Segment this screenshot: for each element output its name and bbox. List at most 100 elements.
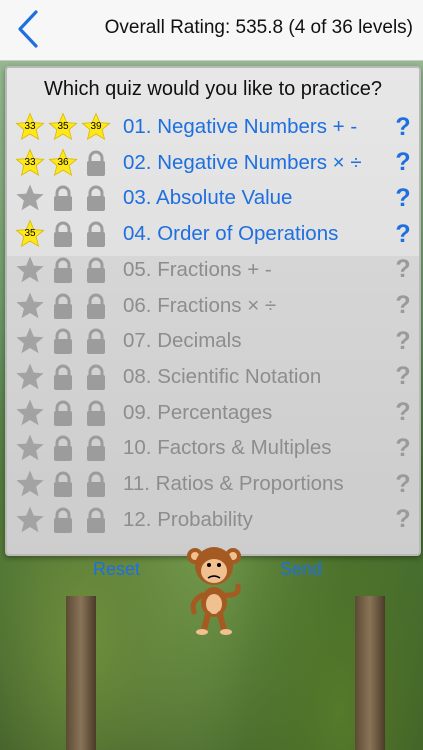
help-icon[interactable]: ?: [391, 184, 415, 213]
gray-star-icon: [15, 505, 45, 535]
send-button[interactable]: Send: [280, 559, 322, 580]
quiz-row[interactable]: 33 35 39 01. Negative Numbers + -?: [15, 110, 415, 144]
gray-star-icon: [15, 255, 45, 285]
lock-icon: [81, 326, 111, 356]
quiz-badges: 33 35 39: [15, 110, 123, 144]
quiz-badges: [15, 503, 123, 537]
lock-icon: [48, 433, 78, 463]
quiz-sign-board: Which quiz would you like to practice? 3…: [5, 66, 421, 579]
reset-button[interactable]: Reset: [93, 559, 140, 580]
gray-star-icon: [15, 183, 45, 213]
lock-icon: [48, 255, 78, 285]
star-score: 33: [24, 156, 36, 168]
gold-star-icon: 33: [15, 148, 45, 178]
gold-star-icon: 35: [15, 219, 45, 249]
quiz-title[interactable]: 02. Negative Numbers × ÷: [123, 151, 391, 175]
gray-star-icon: [15, 469, 45, 499]
gray-star-icon: [15, 291, 45, 321]
gold-star-icon: 39: [81, 112, 111, 142]
quiz-badges: 33 36: [15, 146, 123, 180]
star-score: 35: [57, 121, 69, 132]
lock-icon: [81, 469, 111, 499]
lock-icon: [81, 148, 111, 178]
lock-icon: [48, 505, 78, 535]
quiz-row[interactable]: 07. Decimals?: [15, 324, 415, 358]
quiz-title[interactable]: 04. Order of Operations: [123, 222, 391, 246]
quiz-row[interactable]: 33 36 02. Negative Numbers × ÷?: [15, 146, 415, 180]
lock-icon: [81, 219, 111, 249]
gray-star-icon: [15, 433, 45, 463]
lock-icon: [48, 291, 78, 321]
star-score: 36: [57, 156, 69, 168]
quiz-title[interactable]: 07. Decimals: [123, 329, 391, 353]
quiz-badges: [15, 181, 123, 215]
quiz-title[interactable]: 06. Fractions × ÷: [123, 294, 391, 318]
help-icon[interactable]: ?: [391, 505, 415, 534]
chevron-left-icon: [18, 10, 38, 48]
quiz-title[interactable]: 05. Fractions + -: [123, 258, 391, 282]
quiz-badges: 35: [15, 217, 123, 251]
quiz-row[interactable]: 05. Fractions + -?: [15, 253, 415, 287]
quiz-badges: [15, 253, 123, 287]
lock-icon: [48, 398, 78, 428]
gray-star-icon: [15, 398, 45, 428]
quiz-badges: [15, 467, 123, 501]
lock-icon: [81, 505, 111, 535]
monkey-icon: [186, 540, 242, 636]
lock-icon: [48, 469, 78, 499]
gold-star-icon: 36: [48, 148, 78, 178]
quiz-title[interactable]: 11. Ratios & Proportions: [123, 472, 391, 496]
help-icon[interactable]: ?: [391, 398, 415, 427]
back-button[interactable]: [14, 8, 44, 50]
help-icon[interactable]: ?: [391, 470, 415, 499]
quiz-badges: [15, 360, 123, 394]
overall-rating: Overall Rating: 535.8 (4 of 36 levels): [104, 17, 413, 38]
quiz-badges: [15, 431, 123, 465]
help-icon[interactable]: ?: [391, 362, 415, 391]
lock-icon: [81, 255, 111, 285]
help-icon[interactable]: ?: [391, 113, 415, 142]
quiz-title[interactable]: 12. Probability: [123, 508, 391, 532]
quiz-row[interactable]: 03. Absolute Value?: [15, 181, 415, 215]
star-score: 39: [90, 121, 102, 132]
lock-icon: [81, 183, 111, 213]
quiz-row[interactable]: 08. Scientific Notation?: [15, 360, 415, 394]
gold-star-icon: 35: [48, 112, 78, 142]
lock-icon: [81, 398, 111, 428]
quiz-row[interactable]: 06. Fractions × ÷?: [15, 289, 415, 323]
quiz-row[interactable]: 35 04. Order of Operations?: [15, 217, 415, 251]
lock-icon: [81, 433, 111, 463]
quiz-title[interactable]: 09. Percentages: [123, 401, 391, 425]
lock-icon: [81, 362, 111, 392]
star-score: 35: [24, 228, 36, 240]
quiz-row[interactable]: 10. Factors & Multiples?: [15, 431, 415, 465]
help-icon[interactable]: ?: [391, 255, 415, 284]
lock-icon: [48, 326, 78, 356]
help-icon[interactable]: ?: [391, 291, 415, 320]
quiz-question: Which quiz would you like to practice?: [44, 78, 382, 100]
gray-star-icon: [15, 326, 45, 356]
lock-icon: [81, 291, 111, 321]
help-icon[interactable]: ?: [391, 220, 415, 249]
help-icon[interactable]: ?: [391, 434, 415, 463]
lock-icon: [48, 219, 78, 249]
quiz-row[interactable]: 11. Ratios & Proportions?: [15, 467, 415, 501]
quiz-row[interactable]: 09. Percentages?: [15, 396, 415, 430]
gray-star-icon: [15, 362, 45, 392]
lock-icon: [48, 183, 78, 213]
help-icon[interactable]: ?: [391, 327, 415, 356]
navigation-bar: Overall Rating: 535.8 (4 of 36 levels): [0, 0, 423, 61]
quiz-title[interactable]: 10. Factors & Multiples: [123, 436, 391, 460]
quiz-badges: [15, 289, 123, 323]
gold-star-icon: 33: [15, 112, 45, 142]
quiz-title[interactable]: 01. Negative Numbers + -: [123, 115, 391, 139]
sign-post-left: [66, 596, 96, 750]
star-score: 33: [24, 121, 36, 132]
quiz-title[interactable]: 03. Absolute Value: [123, 186, 391, 210]
lock-icon: [48, 362, 78, 392]
quiz-badges: [15, 324, 123, 358]
help-icon[interactable]: ?: [391, 148, 415, 177]
quiz-row[interactable]: 12. Probability?: [15, 503, 415, 537]
sign-post-right: [355, 596, 385, 750]
quiz-title[interactable]: 08. Scientific Notation: [123, 365, 391, 389]
